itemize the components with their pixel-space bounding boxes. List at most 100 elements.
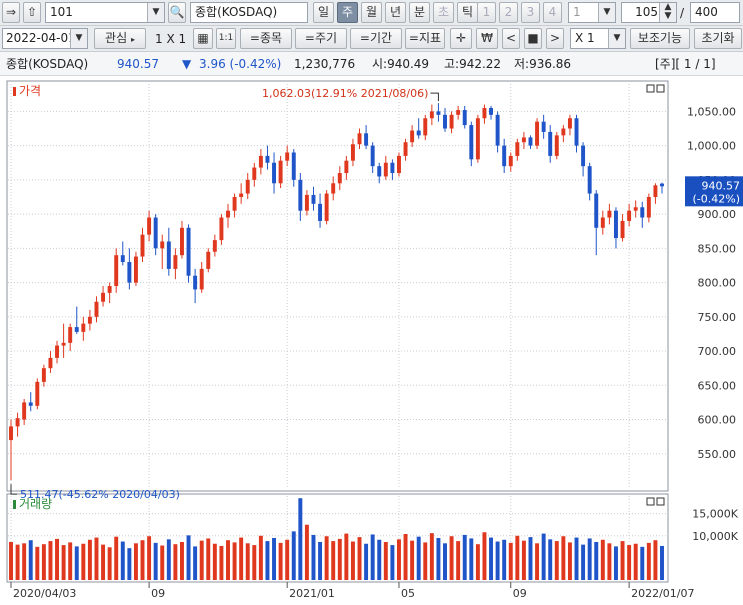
volume-bar — [291, 531, 296, 580]
volume-bar — [219, 545, 224, 580]
multiplier-select[interactable]: X 1 ▼ — [570, 28, 626, 49]
min-annotation: 511.47(-45.62% 2020/04/03) — [20, 488, 180, 501]
period-button-3[interactable]: 년 — [385, 2, 406, 23]
scroll-left-button[interactable]: < — [502, 28, 520, 49]
candle-body — [653, 185, 658, 197]
scroll-right-button[interactable]: > — [546, 28, 564, 49]
candle-body — [226, 210, 230, 218]
volume-bar — [475, 544, 480, 580]
cycle-label: 주기 — [314, 31, 338, 45]
upload-button[interactable]: ⇧ — [23, 2, 41, 23]
volume-bar — [35, 546, 40, 580]
one-to-one-button[interactable]: 1:1 — [216, 28, 236, 49]
volume-bar — [272, 538, 277, 580]
period-button-5[interactable]: 초 — [433, 2, 454, 23]
volume-bar — [153, 542, 158, 580]
candle-body — [508, 155, 513, 167]
item-button[interactable]: =종목 — [240, 28, 292, 49]
candle-body — [581, 145, 586, 167]
candle-body — [147, 217, 152, 235]
volume-bar — [574, 537, 579, 580]
volume-bar — [443, 543, 447, 580]
code-dropdown-icon[interactable]: ▼ — [147, 3, 164, 22]
date-picker[interactable]: 2022-04-01 ▼ — [2, 28, 88, 49]
total-field[interactable]: 400 — [690, 2, 740, 23]
candle-body — [561, 128, 566, 136]
volume-bar — [554, 541, 559, 580]
period-button-6[interactable]: 틱 — [457, 2, 478, 23]
price-tick-label: 650.00 — [698, 379, 737, 392]
candle-body — [567, 118, 572, 129]
stop-button[interactable]: ■ — [524, 28, 542, 49]
page-button-2[interactable]: 2 — [499, 2, 518, 23]
grid-button[interactable]: ▦ — [193, 28, 213, 49]
period-button-4[interactable]: 분 — [409, 2, 430, 23]
x-tick-label: 2021/01 — [289, 587, 335, 600]
page-button-4[interactable]: 4 — [543, 2, 562, 23]
candle-body — [304, 194, 309, 211]
equals-icon: = — [408, 31, 419, 45]
crosshair-icon: ✛ — [455, 31, 467, 45]
indicator-label: 지표 — [418, 31, 442, 45]
multiplier-dropdown-icon[interactable]: ▼ — [608, 29, 625, 48]
code-field[interactable]: 101 ▼ — [45, 2, 165, 23]
candle-body — [627, 210, 632, 221]
volume-bar — [383, 541, 388, 580]
index-name-field[interactable]: 종합(KOSDAQ) — [190, 2, 308, 23]
volume-bar — [364, 543, 369, 580]
candle-body — [337, 173, 342, 184]
aux-button[interactable]: 보조기능 — [630, 28, 690, 49]
price-tick-label: 700.00 — [698, 345, 737, 358]
period-button-0[interactable]: 일 — [313, 2, 334, 23]
page-button-3[interactable]: 3 — [521, 2, 540, 23]
won-button[interactable]: ₩ — [476, 28, 498, 49]
volume-bar — [337, 538, 342, 580]
candle-body — [285, 152, 290, 161]
candle-body — [41, 368, 46, 382]
count-stepper[interactable]: 105 ▲ ▼ — [621, 2, 677, 23]
cycle-button[interactable]: =주기 — [295, 28, 347, 49]
period-button-1[interactable]: 주 — [337, 2, 358, 23]
index-name-value: 종합(KOSDAQ) — [195, 5, 278, 19]
volume-bar — [127, 548, 132, 580]
reset-button[interactable]: 초기화 — [694, 28, 742, 49]
link-button[interactable]: ⇒ — [2, 2, 20, 23]
candle-body — [443, 114, 447, 129]
stepper-arrows-icon[interactable]: ▲ ▼ — [659, 3, 676, 22]
volume-bar — [74, 546, 79, 580]
candle-body — [318, 203, 323, 221]
volume-bar — [607, 543, 612, 580]
candle-body — [199, 268, 204, 290]
volume-bar — [166, 539, 171, 580]
candle-body — [364, 133, 369, 146]
volume-bar — [528, 537, 533, 580]
candle-body — [416, 130, 421, 136]
search-button[interactable]: 🔍 — [168, 2, 186, 23]
crosshair-button[interactable]: ✛ — [450, 28, 472, 49]
num-dropdown-icon[interactable]: ▼ — [598, 3, 615, 22]
volume-bar — [199, 540, 204, 580]
candle-body — [541, 121, 546, 132]
info-page[interactable]: [주][ 1 / 1] — [655, 53, 716, 75]
candle-body — [81, 323, 86, 332]
candle-body — [600, 217, 605, 228]
candle-body — [35, 381, 40, 406]
price-tick-label: 600.00 — [698, 414, 737, 427]
x-tick-label: 09 — [151, 587, 165, 600]
info-bar: 종합(KOSDAQ) 940.57 ▼ 3.96 (-0.42%) 1,230,… — [0, 52, 743, 76]
volume-bar — [68, 542, 73, 580]
volume-bar — [350, 541, 355, 580]
num-field[interactable]: 1 ▼ — [568, 2, 616, 23]
page-button-1[interactable]: 1 — [477, 2, 496, 23]
candle-body — [370, 145, 375, 167]
candle-body — [646, 196, 651, 218]
candle-body — [410, 130, 415, 143]
indicator-button[interactable]: =지표 — [405, 28, 445, 49]
volume-bar — [581, 544, 586, 580]
date-dropdown-icon[interactable]: ▼ — [70, 29, 87, 48]
watch-button[interactable]: 관심 ▸ — [94, 28, 146, 49]
volume-bar — [298, 498, 303, 580]
candlestick-chart[interactable]: 가격 거래량 550.00600.00650.00700.00750.00800… — [0, 76, 743, 605]
period-button-2[interactable]: 월 — [361, 2, 382, 23]
period-range-button[interactable]: =기간 — [350, 28, 402, 49]
